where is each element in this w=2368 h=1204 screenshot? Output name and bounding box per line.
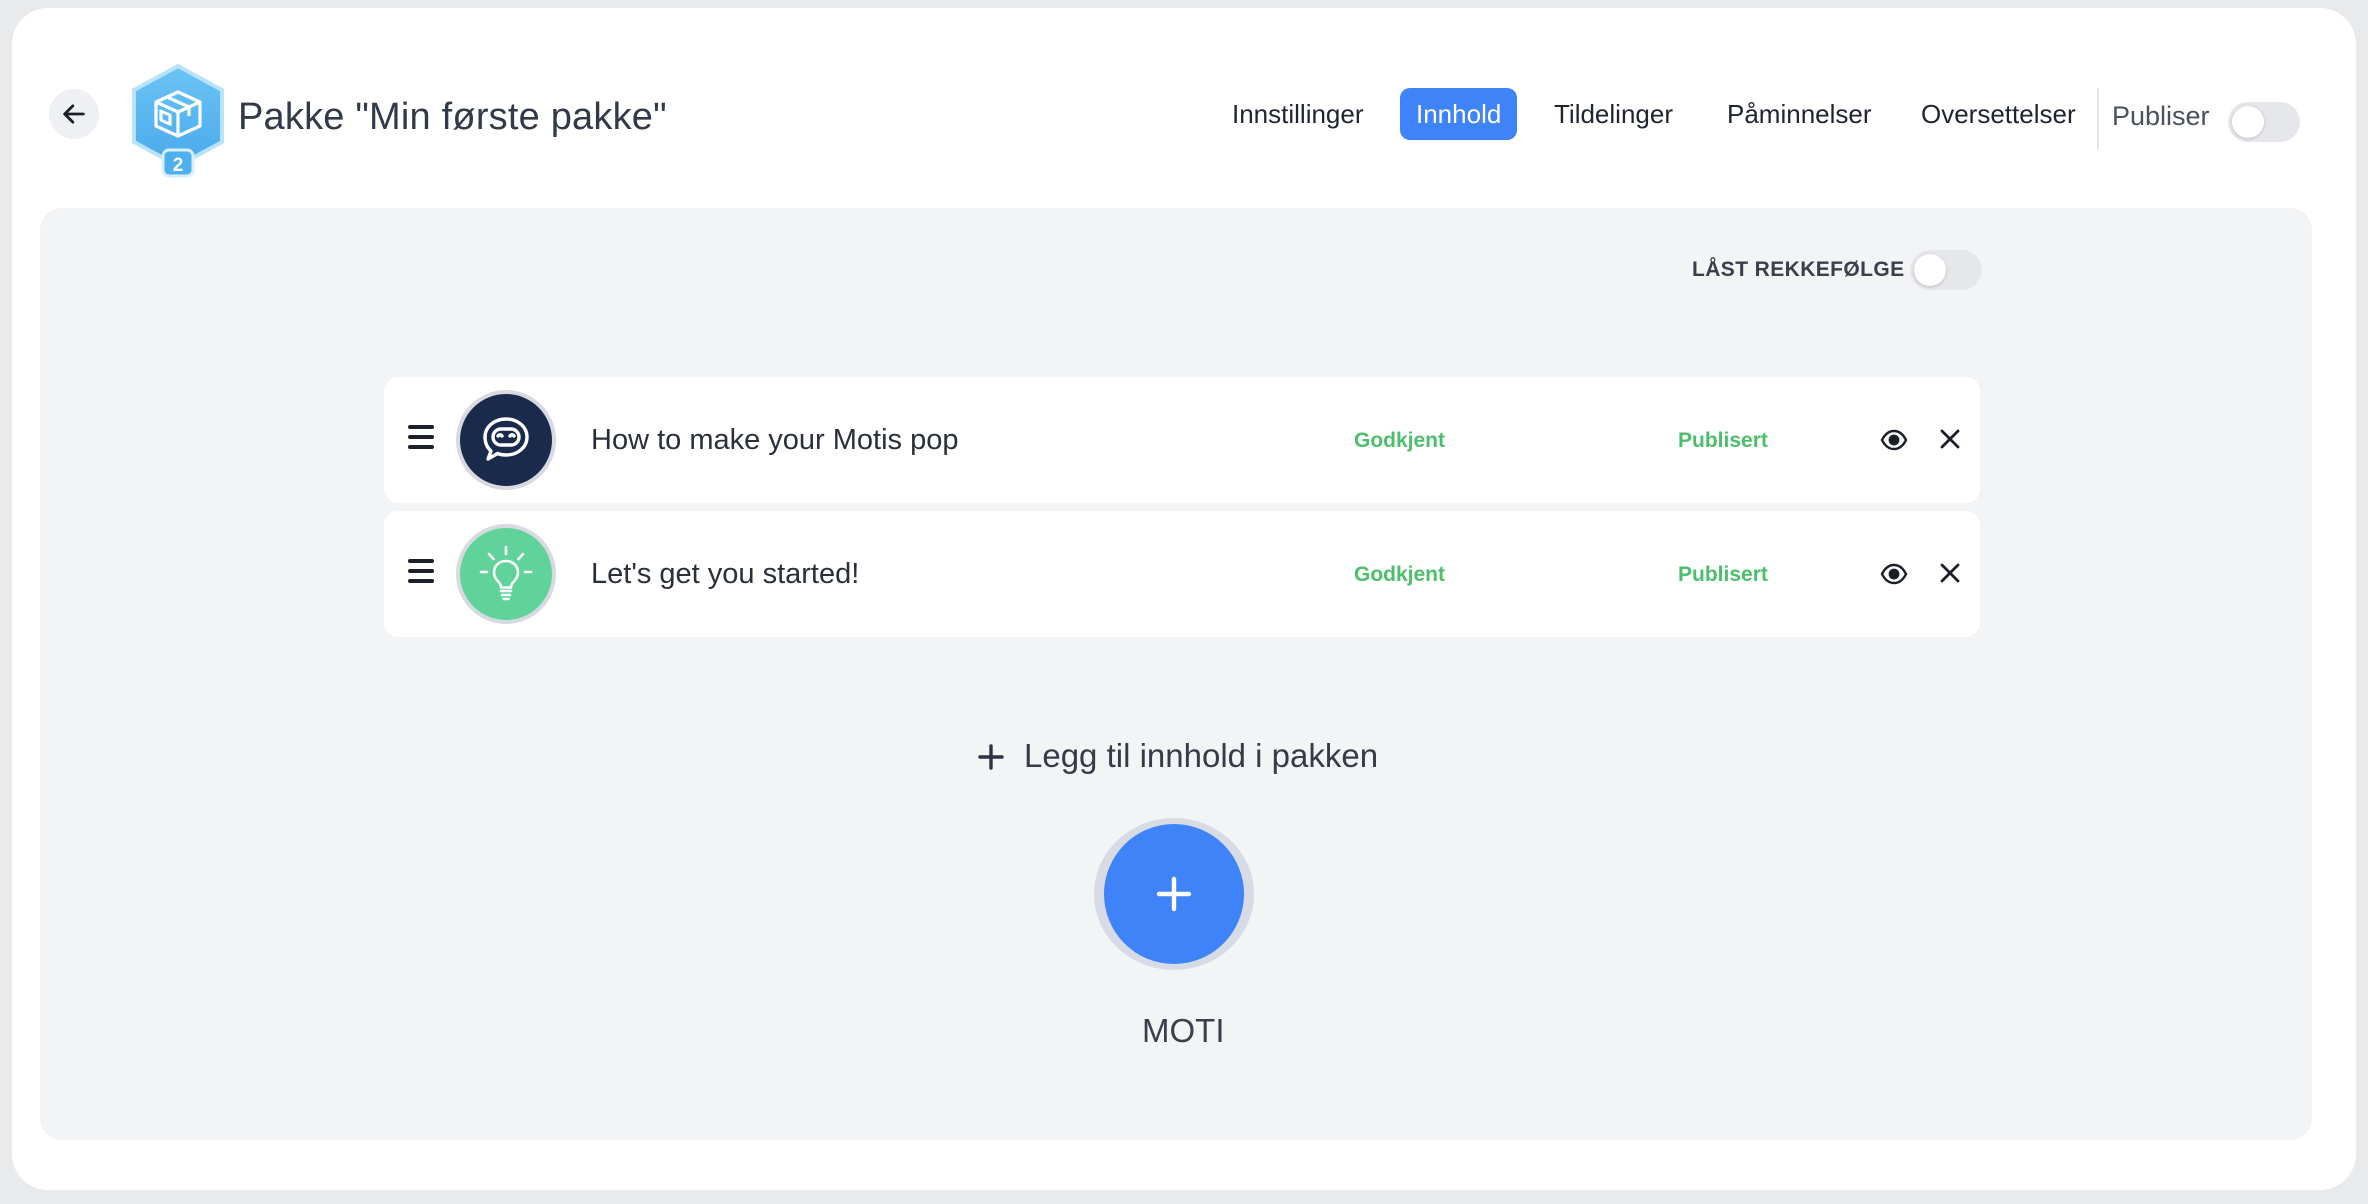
content-avatar <box>456 524 556 624</box>
tab-innhold[interactable]: Innhold <box>1400 88 1518 140</box>
close-icon[interactable] <box>1937 560 1963 586</box>
toggle-knob <box>1914 254 1946 286</box>
add-moti-circle[interactable] <box>1104 824 1244 964</box>
tab-oversettelser[interactable]: Oversettelser <box>1905 88 2092 140</box>
locked-order-label: LÅST REKKEFØLGE <box>1692 258 1905 281</box>
locked-order-toggle[interactable] <box>1910 250 1982 290</box>
tab-innstillinger[interactable]: Innstillinger <box>1216 88 1380 140</box>
publish-label: Publiser <box>2112 101 2210 131</box>
tab-paminnelser[interactable]: Påminnelser <box>1711 88 1888 140</box>
chat-bot-icon <box>483 417 529 461</box>
eye-icon[interactable] <box>1880 427 1908 453</box>
tab-tildelinger[interactable]: Tildelinger <box>1538 88 1689 140</box>
publish-status: Publisert <box>1678 563 1768 586</box>
add-moti-button[interactable] <box>1094 818 1254 970</box>
plus-icon <box>1156 876 1192 912</box>
content-title: How to make your Motis pop <box>591 424 959 456</box>
eye-icon[interactable] <box>1880 561 1908 587</box>
publish-status: Publisert <box>1678 429 1768 452</box>
drag-handle-icon[interactable] <box>408 425 434 455</box>
package-count-badge: 2 <box>172 155 184 176</box>
add-type-label: MOTI <box>1142 1012 1225 1049</box>
plus-icon <box>976 742 1006 772</box>
content-row[interactable]: How to make your Motis pop Godkjent Publ… <box>384 377 1980 503</box>
publish-toggle[interactable] <box>2228 102 2300 142</box>
content-avatar <box>456 390 556 490</box>
approval-status: Godkjent <box>1354 563 1446 586</box>
back-button[interactable] <box>49 89 99 139</box>
approval-status: Godkjent <box>1354 429 1446 452</box>
toggle-knob <box>2232 106 2264 138</box>
package-icon: 2 <box>118 58 238 182</box>
page-title: Pakke "Min første pakke" <box>238 96 667 138</box>
add-content-label: Legg til innhold i pakken <box>1024 737 1379 774</box>
arrow-left-icon <box>63 104 85 124</box>
content-row[interactable]: Let's get you started! Godkjent Publiser… <box>384 511 1980 637</box>
content-title: Let's get you started! <box>591 558 860 590</box>
drag-handle-icon[interactable] <box>408 559 434 589</box>
lightbulb-icon <box>479 545 533 601</box>
nav-divider <box>2097 88 2099 150</box>
close-icon[interactable] <box>1937 426 1963 452</box>
